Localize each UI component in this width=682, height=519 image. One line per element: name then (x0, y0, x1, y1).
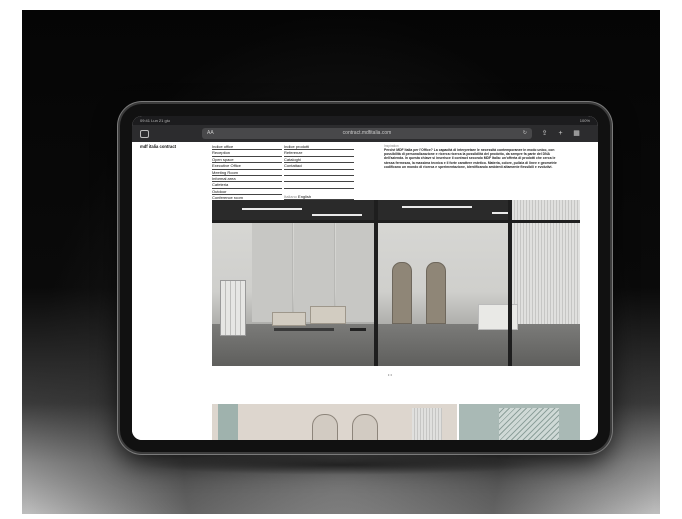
gallery-image[interactable] (459, 404, 580, 440)
language-option-italiano[interactable]: Italiano (284, 194, 297, 199)
main-menu: Indice prodotti Referenze Cataloghi Cont… (284, 144, 354, 189)
tabs-overview-icon[interactable]: ▦ (572, 129, 581, 138)
staircase (499, 408, 559, 440)
arch-doorway (352, 414, 378, 440)
shelf-unit (220, 280, 246, 336)
site-brand[interactable]: mdf italia contract (140, 144, 176, 149)
sofa (272, 312, 306, 326)
hero-image (212, 200, 580, 366)
browser-toolbar: AA contract.mdfitalia.com ↻ ⇪ + ▦ (132, 125, 598, 142)
glass-beam (212, 220, 580, 223)
share-icon[interactable]: ⇪ (540, 129, 549, 138)
lounge-chair (350, 328, 366, 331)
ceiling-light (312, 214, 362, 216)
photo-background: 09:41 Lun 21 giu 100% AA contract.mdfita… (22, 10, 660, 514)
window-blinds (512, 200, 580, 324)
office-menu: Indice office Reception Open space Execu… (212, 144, 282, 202)
arch-doorway (312, 414, 338, 440)
battery-indicator: 100% (579, 118, 590, 123)
intro-block: Inspiration Perché MDF Italia per l'Offi… (384, 144, 560, 169)
wall-panel (218, 404, 238, 440)
intro-text: Perché MDF Italia per l'Office? La capac… (384, 148, 557, 169)
url-text[interactable]: contract.mdfitalia.com (202, 128, 532, 139)
status-time: 09:41 Lun 21 giu (140, 118, 170, 123)
language-option-english[interactable]: English (298, 194, 311, 199)
status-bar: 09:41 Lun 21 giu 100% (132, 116, 598, 125)
glass-frame (508, 200, 512, 366)
carousel-pagination[interactable]: • • (388, 372, 392, 377)
web-page: mdf italia contract Indice office Recept… (132, 142, 598, 440)
floor-shadow (142, 455, 542, 475)
ceiling-light (242, 208, 302, 210)
url-bar[interactable]: AA contract.mdfitalia.com ↻ (202, 128, 532, 139)
reload-icon[interactable]: ↻ (523, 128, 527, 139)
image-gallery (212, 404, 580, 440)
arch-doorway (426, 262, 446, 324)
reception-counter (478, 304, 518, 330)
wall-panel (252, 222, 293, 322)
glass-frame (374, 200, 378, 366)
tablet-screen: 09:41 Lun 21 giu 100% AA contract.mdfita… (132, 116, 598, 440)
arch-doorway (392, 262, 412, 324)
tablet-device: 09:41 Lun 21 giu 100% AA contract.mdfita… (120, 104, 610, 452)
sidebar-icon[interactable] (140, 130, 149, 138)
ceiling-light (402, 206, 472, 208)
floor (212, 324, 580, 366)
new-tab-icon[interactable]: + (556, 129, 565, 138)
coffee-table (274, 328, 334, 331)
sofa (310, 306, 346, 324)
menu-spacer (284, 182, 354, 189)
window-blinds (412, 408, 442, 440)
gallery-image[interactable] (212, 404, 457, 440)
